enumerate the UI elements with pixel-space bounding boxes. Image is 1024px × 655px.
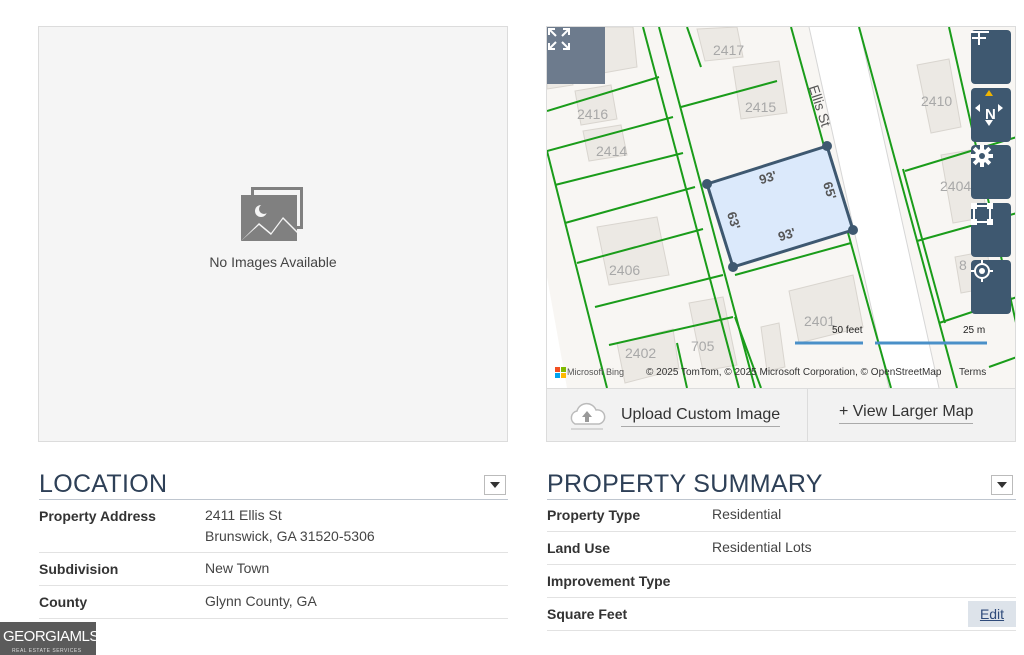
bing-brand: Microsoft Bing — [567, 367, 625, 377]
row-divider — [547, 531, 1016, 532]
county-value: Glynn County, GA — [205, 593, 317, 609]
property-type-label: Property Type — [547, 507, 641, 523]
row-divider — [547, 564, 1016, 565]
row-divider — [39, 552, 508, 553]
locate-icon — [971, 260, 993, 282]
logo-name: GEORGIAMLS — [3, 628, 99, 645]
chevron-down-icon — [997, 482, 1007, 488]
parcel-map[interactable]: 2417 2415 2416 2414 2410 2404 2406 2401 … — [547, 27, 1015, 388]
upload-label: Upload Custom Image — [621, 406, 781, 427]
zoom-control — [971, 30, 1011, 84]
lot-label: 2404 — [940, 178, 972, 194]
location-title: LOCATION — [39, 470, 168, 498]
property-address-line2: Brunswick, GA 31520-5306 — [205, 528, 375, 544]
lot-label: 2416 — [577, 106, 609, 122]
property-page: No Images Available 2417 2415 2416 2414 … — [0, 0, 1024, 655]
zoom-out-icon — [971, 31, 989, 33]
upload-custom-image-button[interactable]: Upload Custom Image — [547, 389, 807, 441]
scale-meters: 25 m — [963, 325, 986, 336]
map-panel: 2417 2415 2416 2414 2410 2404 2406 2401 … — [546, 26, 1016, 442]
land-use-value: Residential Lots — [712, 539, 812, 555]
row-divider — [39, 585, 508, 586]
property-type-value: Residential — [712, 506, 782, 522]
lot-label: 2410 — [921, 93, 953, 109]
compass-label: N — [985, 106, 996, 123]
georgia-mls-logo: GEORGIAMLS REAL ESTATE SERVICES — [0, 622, 99, 655]
county-label: County — [39, 594, 88, 610]
land-use-label: Land Use — [547, 540, 611, 556]
property-summary-title: PROPERTY SUMMARY — [547, 470, 823, 498]
edit-square-feet-button[interactable]: Edit — [968, 601, 1016, 627]
lot-label: 2415 — [745, 99, 777, 115]
summary-collapse-button[interactable] — [991, 475, 1013, 495]
lot-label: 2402 — [625, 345, 657, 361]
lot-label: 2401 — [804, 313, 836, 329]
summary-rule — [547, 499, 1016, 500]
row-divider — [39, 618, 508, 619]
scale-feet: 50 feet — [832, 325, 863, 336]
terms-link[interactable]: Terms — [959, 367, 986, 378]
row-divider — [547, 597, 1016, 598]
lot-label: 2414 — [596, 143, 628, 159]
map-canvas — [547, 27, 1015, 388]
locate-button[interactable] — [971, 260, 1011, 314]
square-feet-label: Square Feet — [547, 606, 628, 622]
improvement-type-label: Improvement Type — [547, 573, 671, 589]
property-address-label: Property Address — [39, 508, 156, 524]
no-images-text: No Images Available — [209, 254, 337, 270]
settings-icon — [971, 145, 993, 167]
expand-icon — [548, 28, 570, 50]
photo-panel: No Images Available — [38, 26, 508, 442]
map-attribution-bar: Microsoft Bing © 2025 TomTom, © 2025 Mic… — [547, 364, 1015, 382]
view-larger-map-link[interactable]: + View Larger Map — [839, 403, 974, 424]
select-area-icon — [971, 203, 993, 225]
no-image-icon — [241, 187, 303, 241]
cloud-upload-icon — [570, 402, 606, 430]
row-divider — [547, 630, 1016, 631]
compass-button[interactable]: N — [971, 88, 1011, 142]
select-area-button[interactable] — [971, 203, 1011, 257]
chevron-down-icon — [490, 482, 500, 488]
lot-label: 705 — [691, 338, 715, 354]
logo-tagline: REAL ESTATE SERVICES — [12, 648, 82, 654]
lot-label: 8 — [959, 257, 967, 273]
location-collapse-button[interactable] — [484, 475, 506, 495]
map-settings-button[interactable] — [971, 145, 1011, 199]
subdivision-value: New Town — [205, 560, 270, 576]
footer-divider — [807, 389, 808, 441]
lot-label: 2406 — [609, 262, 641, 278]
lot-label: 2417 — [713, 42, 745, 58]
attribution-text: © 2025 TomTom, © 2025 Microsoft Corporat… — [646, 367, 942, 378]
map-footer: Upload Custom Image + View Larger Map — [547, 388, 1015, 441]
subdivision-label: Subdivision — [39, 561, 119, 577]
location-rule — [39, 499, 508, 500]
fullscreen-button[interactable] — [547, 27, 605, 84]
property-address-line1: 2411 Ellis St — [205, 507, 282, 523]
